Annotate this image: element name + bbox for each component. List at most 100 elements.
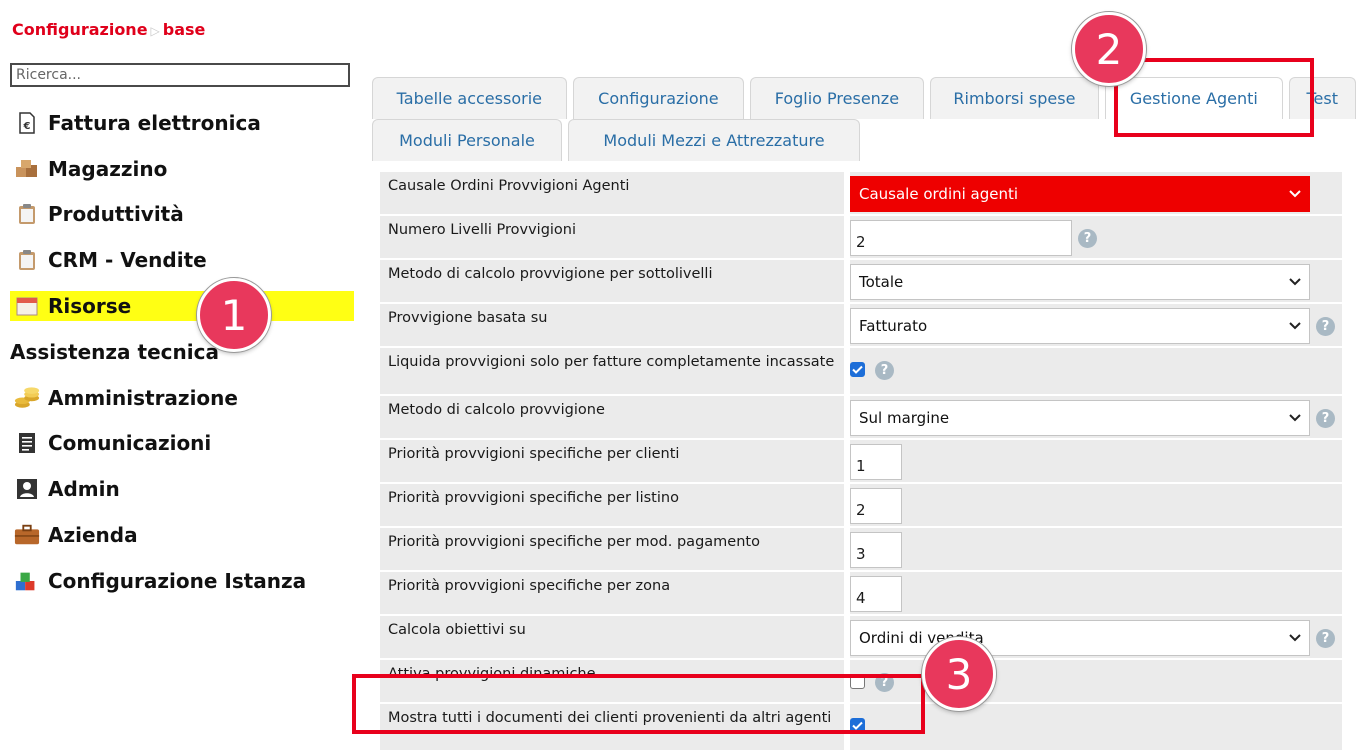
sidebar-item-label: Comunicazioni (48, 431, 212, 456)
form-row-priorita-provvigioni-specifiche-per-clie: Priorità provvigioni specifiche per clie… (380, 440, 1342, 482)
breadcrumb-current-base[interactable]: base (163, 20, 206, 39)
field-value-cell: 1 (850, 440, 1342, 482)
form-row-calcola-obiettivi-su: Calcola obiettivi su Ordini di vendita? (380, 616, 1342, 658)
field-value-cell: Sul margine? (850, 396, 1342, 438)
field-label: Priorità provvigioni specifiche per list… (380, 484, 844, 526)
sidebar-item-label: Admin (48, 477, 120, 502)
field-label: Liquida provvigioni solo per fatture com… (380, 348, 844, 394)
callout-badge-2: 2 (1072, 12, 1146, 86)
search-input[interactable] (10, 63, 350, 87)
field-value-cell: Ordini di vendita? (850, 616, 1342, 658)
settings-form: Causale Ordini Provvigioni Agenti Causale… (380, 172, 1342, 752)
sidebar-item-configurazione-istanza[interactable]: Configurazione Istanza (10, 558, 354, 604)
select-value: Fatturato (859, 317, 928, 335)
field-value-cell: 4 (850, 572, 1342, 614)
calendar-icon (14, 294, 40, 318)
field-value-cell: Fatturato? (850, 304, 1342, 346)
priorita-provvigioni-specifiche-per-zona-input[interactable]: 4 (850, 576, 902, 612)
sidebar-menu: € Fattura elettronica Magazzino Produttivit… (10, 100, 354, 604)
user-icon (14, 477, 40, 501)
sidebar-item-magazzino[interactable]: Magazzino (10, 146, 354, 192)
field-value-cell: Causale ordini agenti (850, 172, 1342, 214)
highlight-box-tab (1114, 58, 1314, 137)
field-value-cell: ? (850, 348, 1342, 394)
document-icon (14, 431, 40, 455)
sidebar-item-crm-vendite[interactable]: CRM - Vendite (10, 237, 354, 283)
select-value: Causale ordini agenti (859, 185, 1019, 203)
form-row-priorita-provvigioni-specifiche-per-list: Priorità provvigioni specifiche per list… (380, 484, 1342, 526)
callout-badge-3: 3 (922, 637, 996, 711)
form-row-metodo-di-calcolo-provvigione: Metodo di calcolo provvigione Sul margine… (380, 396, 1342, 438)
svg-text:€: € (23, 121, 31, 132)
field-value-cell: 2? (850, 216, 1342, 258)
priorita-provvigioni-specifiche-per-list-input[interactable]: 2 (850, 488, 902, 524)
sidebar-item-amministrazione[interactable]: Amministrazione (10, 375, 354, 421)
coins-icon (14, 386, 40, 410)
field-label: Priorità provvigioni specifiche per zona (380, 572, 844, 614)
tab-rimborsi-spese[interactable]: Rimborsi spese (929, 77, 1100, 119)
select-value: Totale (859, 273, 904, 291)
highlight-box-option (352, 674, 925, 734)
invoice-euro-icon: € (14, 111, 40, 135)
causale-ordini-provvigioni-agenti-select[interactable]: Causale ordini agenti (850, 176, 1310, 212)
callout-badge-1: 1 (197, 278, 271, 352)
help-icon[interactable]: ? (1316, 629, 1335, 648)
sidebar-item-label: CRM - Vendite (48, 248, 207, 273)
liquida-provvigioni-solo-per-fatture-com-checkbox[interactable] (850, 362, 865, 377)
form-row-liquida-provvigioni-solo-per-fatture-com: Liquida provvigioni solo per fatture com… (380, 348, 1342, 394)
field-label: Priorità provvigioni specifiche per clie… (380, 440, 844, 482)
boxes-icon (14, 157, 40, 181)
chevron-down-icon (1289, 319, 1301, 334)
sidebar-item-label: Magazzino (48, 156, 168, 181)
field-value-cell: 3 (850, 528, 1342, 570)
calcola-obiettivi-su-select[interactable]: Ordini di vendita (850, 620, 1310, 656)
tab-configurazione[interactable]: Configurazione (572, 77, 745, 119)
select-value: Sul margine (859, 409, 950, 427)
sidebar-item-label: Fattura elettronica (48, 110, 261, 135)
form-row-provvigione-basata-su: Provvigione basata su Fatturato? (380, 304, 1342, 346)
field-label: Numero Livelli Provvigioni (380, 216, 844, 258)
form-row-metodo-di-calcolo-provvigione-per-sottol: Metodo di calcolo provvigione per sottol… (380, 260, 1342, 302)
form-row-priorita-provvigioni-specifiche-per-zona: Priorità provvigioni specifiche per zona… (380, 572, 1342, 614)
sidebar-item-assistenza-tecnica[interactable]: Assistenza tecnica (10, 329, 354, 375)
briefcase-icon (14, 523, 40, 547)
sidebar-item-admin[interactable]: Admin (10, 466, 354, 512)
form-row-priorita-provvigioni-specifiche-per-mod-: Priorità provvigioni specifiche per mod.… (380, 528, 1342, 570)
metodo-di-calcolo-provvigione-select[interactable]: Sul margine (850, 400, 1310, 436)
breadcrumb: Configurazione ▷ base (12, 20, 205, 39)
sidebar-item-label: Amministrazione (48, 385, 238, 410)
chevron-down-icon (1289, 411, 1301, 426)
help-icon[interactable]: ? (1316, 409, 1335, 428)
chevron-down-icon (1289, 275, 1301, 290)
priorita-provvigioni-specifiche-per-mod--input[interactable]: 3 (850, 532, 902, 568)
sidebar-item-label: Configurazione Istanza (48, 568, 307, 593)
breadcrumb-separator-icon: ▷ (150, 24, 160, 38)
sidebar-item-risorse[interactable]: Risorse (10, 283, 354, 329)
field-label: Metodo di calcolo provvigione per sottol… (380, 260, 844, 302)
sidebar-item-azienda[interactable]: Azienda (10, 512, 354, 558)
field-value-cell: Totale (850, 260, 1342, 302)
sidebar-item-label: Assistenza tecnica (10, 339, 219, 364)
priorita-provvigioni-specifiche-per-clie-input[interactable]: 1 (850, 444, 902, 480)
form-row-numero-livelli-provvigioni: Numero Livelli Provvigioni 2? (380, 216, 1342, 258)
tab-tabelle-accessorie[interactable]: Tabelle accessorie (372, 77, 567, 119)
metodo-di-calcolo-provvigione-per-sottol-select[interactable]: Totale (850, 264, 1310, 300)
help-icon[interactable]: ? (875, 361, 894, 380)
clipboard-icon (14, 202, 40, 226)
breadcrumb-link-configurazione[interactable]: Configurazione (12, 20, 148, 39)
help-icon[interactable]: ? (1078, 229, 1097, 248)
sidebar-item-produttivit[interactable]: Produttività (10, 192, 354, 238)
field-label: Causale Ordini Provvigioni Agenti (380, 172, 844, 214)
provvigione-basata-su-select[interactable]: Fatturato (850, 308, 1310, 344)
field-label: Priorità provvigioni specifiche per mod.… (380, 528, 844, 570)
sidebar-item-comunicazioni[interactable]: Comunicazioni (10, 421, 354, 467)
numero-livelli-provvigioni-input[interactable]: 2 (850, 220, 1072, 256)
help-icon[interactable]: ? (1316, 317, 1335, 336)
sidebar-item-fattura-elettronica[interactable]: € Fattura elettronica (10, 100, 354, 146)
tab-moduli-mezzi-e-attrezzature[interactable]: Moduli Mezzi e Attrezzature (568, 119, 860, 161)
blocks-icon (14, 569, 40, 593)
tab-foglio-presenze[interactable]: Foglio Presenze (750, 77, 924, 119)
tab-moduli-personale[interactable]: Moduli Personale (372, 119, 562, 161)
field-label: Calcola obiettivi su (380, 616, 844, 658)
chevron-down-icon (1289, 631, 1301, 646)
